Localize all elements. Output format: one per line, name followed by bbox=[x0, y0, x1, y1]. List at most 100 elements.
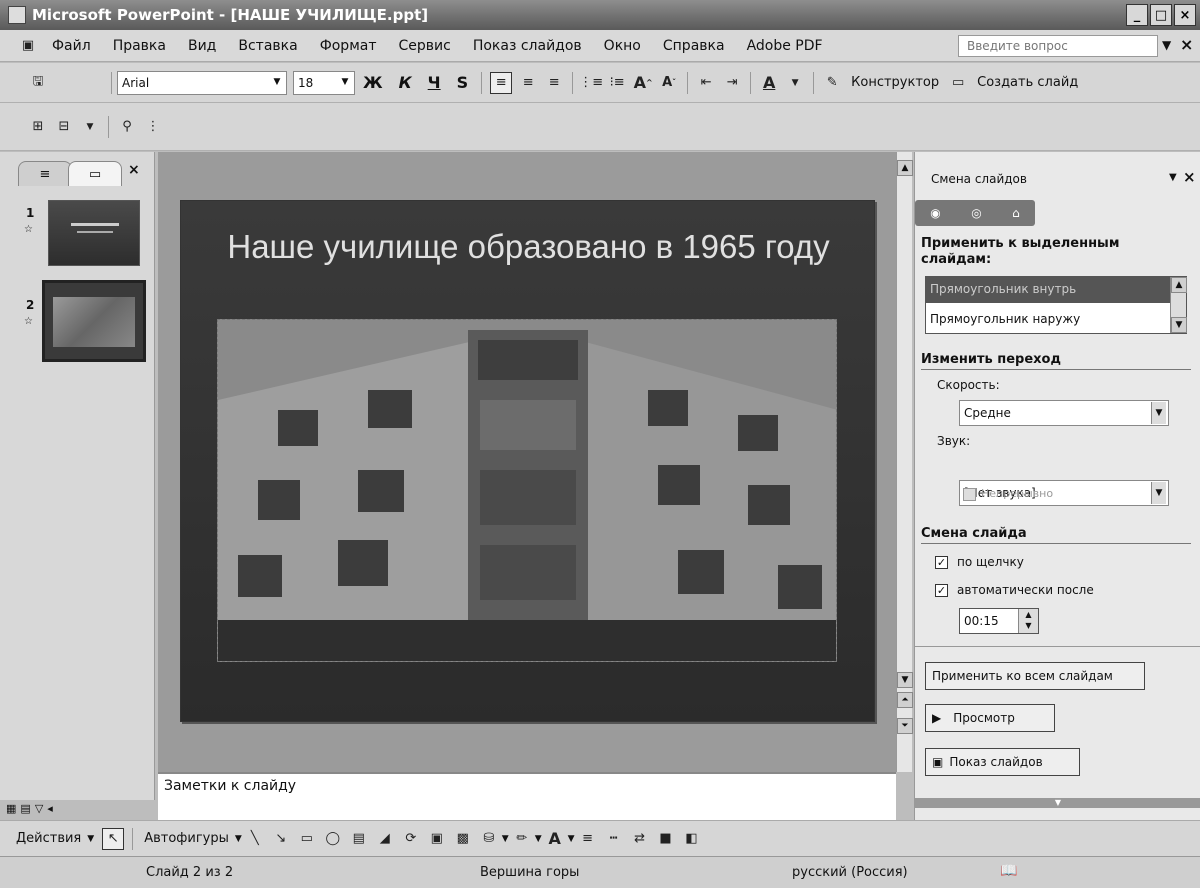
chevron-down-icon[interactable]: ▼ bbox=[568, 834, 575, 844]
auto-time-value[interactable]: 00:15 bbox=[964, 614, 999, 628]
wordart-icon[interactable]: ◢ bbox=[375, 829, 395, 849]
question-dropdown-icon[interactable]: ▼ bbox=[1162, 38, 1171, 52]
powerpoint-app-icon[interactable] bbox=[8, 6, 26, 24]
oval-icon[interactable]: ◯ bbox=[323, 829, 343, 849]
designer-icon[interactable]: ✎ bbox=[822, 73, 842, 93]
menu-help[interactable]: Справка bbox=[652, 38, 736, 54]
autoshapes-menu[interactable]: Автофигуры bbox=[144, 831, 229, 846]
line-icon[interactable]: ╲ bbox=[245, 829, 265, 849]
on-click-checkbox[interactable]: ✓ bbox=[935, 556, 948, 569]
align-center-icon[interactable]: ≡ bbox=[518, 73, 538, 93]
font-name-combo[interactable]: Arial ▼ bbox=[117, 70, 287, 95]
next-slide-icon[interactable]: ⏷ bbox=[897, 718, 913, 734]
slideshow-view-icon[interactable]: ▽ bbox=[35, 802, 43, 820]
menu-slideshow[interactable]: Показ слайдов bbox=[462, 38, 593, 54]
menu-file[interactable]: Файл bbox=[41, 38, 102, 54]
italic-button[interactable]: К bbox=[399, 73, 412, 92]
chevron-down-icon[interactable]: ▼ bbox=[502, 834, 509, 844]
numbered-list-icon[interactable]: ⋮≡ bbox=[579, 73, 603, 93]
auto-advance-checkbox[interactable]: ✓ bbox=[935, 584, 948, 597]
textbox-icon[interactable]: ▤ bbox=[349, 829, 369, 849]
notes-placeholder[interactable]: Заметки к слайду bbox=[164, 778, 296, 794]
new-slide-icon[interactable]: ▭ bbox=[948, 73, 968, 93]
grid-icon[interactable]: ⋮ bbox=[143, 117, 163, 137]
home-icon[interactable]: ⌂ bbox=[1012, 206, 1020, 220]
minimize-button[interactable]: _ bbox=[1126, 4, 1148, 26]
transition-listbox[interactable]: Прямоугольник внутрь Прямоугольник наруж… bbox=[925, 276, 1187, 334]
diagram-icon[interactable]: ⟳ bbox=[401, 829, 421, 849]
question-input[interactable]: Введите вопрос bbox=[958, 35, 1158, 57]
decrease-font-icon[interactable]: Aˇ bbox=[659, 73, 679, 93]
increase-indent-icon[interactable]: ⇥ bbox=[722, 73, 742, 93]
new-slide-button[interactable]: Создать слайд bbox=[977, 75, 1078, 90]
align-right-icon[interactable]: ≡ bbox=[544, 73, 564, 93]
actions-menu[interactable]: Действия bbox=[16, 831, 81, 846]
scroll-down-icon[interactable]: ▼ bbox=[897, 672, 913, 688]
menu-view[interactable]: Вид bbox=[177, 38, 227, 54]
line-color-icon[interactable]: ✏ bbox=[512, 829, 532, 849]
menu-window[interactable]: Окно bbox=[593, 38, 652, 54]
menu-insert[interactable]: Вставка bbox=[227, 38, 308, 54]
arrow-icon[interactable]: ↘ bbox=[271, 829, 291, 849]
listbox-scrollbar[interactable]: ▲ ▼ bbox=[1170, 277, 1187, 333]
loop-checkbox[interactable] bbox=[963, 488, 976, 501]
slide-canvas[interactable]: Наше училище образовано в 1965 году bbox=[180, 200, 875, 722]
menu-format[interactable]: Формат bbox=[309, 38, 388, 54]
underline-button[interactable]: Ч bbox=[428, 73, 441, 92]
chevron-down-icon[interactable]: ▼ bbox=[270, 74, 284, 90]
forward-icon[interactable]: ◎ bbox=[971, 206, 981, 220]
speed-select[interactable]: Средне ▼ bbox=[959, 400, 1169, 426]
auto-time-spinner[interactable]: 00:15 ▲ ▼ bbox=[959, 608, 1039, 634]
font-color-icon[interactable]: A bbox=[545, 829, 565, 849]
spinner-arrows-icon[interactable]: ▲ ▼ bbox=[1018, 609, 1038, 633]
document-close-icon[interactable]: × bbox=[1180, 35, 1193, 54]
tab-slides[interactable]: ▭ bbox=[68, 161, 122, 186]
notes-pane[interactable]: Заметки к слайду bbox=[158, 772, 896, 820]
dash-style-icon[interactable]: ┅ bbox=[604, 829, 624, 849]
outline-view-icon[interactable]: ⊞ bbox=[28, 117, 48, 137]
decrease-indent-icon[interactable]: ⇤ bbox=[696, 73, 716, 93]
fill-color-icon[interactable]: ⛁ bbox=[479, 829, 499, 849]
rectangle-icon[interactable]: ▭ bbox=[297, 829, 317, 849]
preview-button[interactable]: ▶ Просмотр bbox=[925, 704, 1055, 732]
slide-vertical-scrollbar[interactable]: ▲ ▼ ⏶ ⏷ bbox=[896, 152, 913, 772]
chevron-down-icon[interactable]: ▼ bbox=[785, 73, 805, 93]
list-item[interactable]: Прямоугольник внутрь bbox=[926, 277, 1170, 303]
scroll-down-icon[interactable]: ▼ bbox=[1171, 317, 1187, 333]
slide-thumbnail-1[interactable] bbox=[48, 200, 140, 266]
previous-slide-icon[interactable]: ⏶ bbox=[897, 692, 913, 708]
apply-all-button[interactable]: Применить ко всем слайдам bbox=[925, 662, 1145, 690]
chevron-down-icon[interactable]: ▼ bbox=[535, 834, 542, 844]
chevron-down-icon[interactable]: ▼ bbox=[1151, 402, 1166, 424]
clipart-icon[interactable]: ▣ bbox=[427, 829, 447, 849]
picture-icon[interactable]: ▩ bbox=[453, 829, 473, 849]
slide-view-icon[interactable]: ⊟ bbox=[54, 117, 74, 137]
font-size-combo[interactable]: 18 ▼ bbox=[293, 70, 355, 95]
task-pane-close-icon[interactable]: × bbox=[1183, 168, 1196, 186]
save-icon[interactable]: 🖫 bbox=[28, 73, 48, 93]
chevron-down-icon[interactable]: ▼ bbox=[235, 834, 242, 844]
arrow-style-icon[interactable]: ⇄ bbox=[630, 829, 650, 849]
slideshow-button[interactable]: ▣ Показ слайдов bbox=[925, 748, 1080, 776]
tab-outline[interactable]: ≡ bbox=[18, 161, 72, 186]
slide-thumbnail-2[interactable] bbox=[42, 280, 146, 362]
task-pane-scroll-icon[interactable]: ▼ bbox=[915, 798, 1200, 808]
shadow-button[interactable]: S bbox=[457, 73, 469, 92]
chevron-down-icon[interactable]: ▼ bbox=[80, 117, 100, 137]
back-icon[interactable]: ◉ bbox=[930, 206, 940, 220]
normal-view-icon[interactable]: ▦ bbox=[6, 802, 16, 820]
designer-button[interactable]: Конструктор bbox=[851, 75, 939, 90]
chevron-down-icon[interactable]: ▼ bbox=[338, 74, 352, 90]
close-button[interactable]: × bbox=[1174, 4, 1196, 26]
3d-style-icon[interactable]: ◧ bbox=[682, 829, 702, 849]
panel-close-icon[interactable]: × bbox=[128, 162, 140, 178]
menu-adobe-pdf[interactable]: Adobe PDF bbox=[736, 38, 834, 54]
align-left-icon[interactable]: ≡ bbox=[490, 71, 513, 94]
chevron-down-icon[interactable]: ▼ bbox=[1169, 172, 1177, 183]
bulleted-list-icon[interactable]: ⁝≡ bbox=[607, 73, 627, 93]
list-item[interactable]: Прямоугольник наружу bbox=[926, 307, 1170, 333]
increase-font-icon[interactable]: A ^ bbox=[633, 73, 653, 93]
maximize-button[interactable]: □ bbox=[1150, 4, 1172, 26]
font-color-icon[interactable]: A bbox=[759, 73, 779, 93]
slide-title[interactable]: Наше училище образовано в 1965 году bbox=[181, 225, 876, 269]
